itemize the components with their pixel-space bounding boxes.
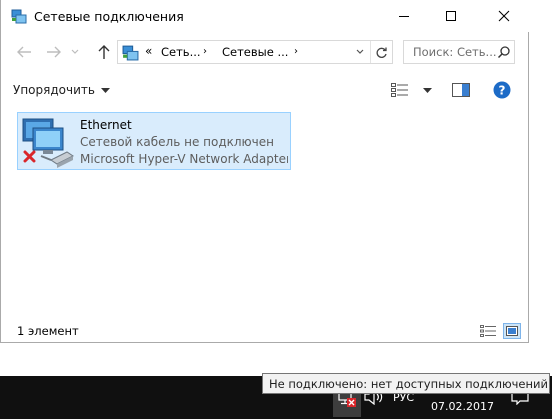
close-icon <box>498 10 509 22</box>
navigation-bar: « Сеть... › Сетевые ... › Поиск: Сеть... <box>1 34 529 70</box>
change-view-button[interactable] <box>391 80 437 100</box>
network-status-tooltip: Не подключено: нет доступных подключений <box>262 373 550 394</box>
breadcrumb-network-connections[interactable]: Сетевые ... <box>222 45 288 59</box>
disconnected-x-icon <box>23 150 36 163</box>
arrow-left-icon <box>17 46 31 58</box>
breadcrumb-separator[interactable]: › <box>294 46 298 57</box>
window-title: Сетевые подключения <box>34 9 184 24</box>
network-connections-icon <box>11 9 27 24</box>
search-icon[interactable] <box>497 45 511 59</box>
file-list: Ethernet Сетевой кабель не подключен Mic… <box>1 106 529 318</box>
connection-item-ethernet[interactable]: Ethernet Сетевой кабель не подключен Mic… <box>17 112 291 170</box>
network-connections-icon <box>122 45 139 61</box>
organize-button[interactable]: Упорядочить <box>13 80 110 100</box>
up-button[interactable] <box>93 42 115 62</box>
refresh-button[interactable] <box>370 41 392 63</box>
details-view-icon[interactable] <box>479 323 497 339</box>
explorer-window: Сетевые подключения « Сеть... › Сетевые … <box>0 0 529 343</box>
address-history-button[interactable] <box>350 41 370 63</box>
svg-text:?: ? <box>499 84 506 98</box>
search-box[interactable]: Поиск: Сеть... <box>403 40 515 64</box>
preview-pane-icon <box>452 83 470 97</box>
maximize-icon <box>445 11 456 21</box>
refresh-icon <box>376 47 387 58</box>
connection-device: Microsoft Hyper-V Network Adapter <box>80 152 288 166</box>
breadcrumb-network[interactable]: Сеть... <box>161 45 201 59</box>
maximize-button[interactable] <box>428 0 473 32</box>
forward-button[interactable] <box>43 42 65 62</box>
connection-name: Ethernet <box>80 118 132 132</box>
close-button[interactable] <box>481 0 526 32</box>
status-bar: 1 элемент <box>1 320 529 342</box>
address-bar[interactable]: « Сеть... › Сетевые ... › <box>117 40 393 64</box>
breadcrumb-separator[interactable]: › <box>203 46 207 57</box>
caret-down-icon <box>100 87 110 93</box>
breadcrumb-overflow[interactable]: « <box>145 44 152 58</box>
organize-label: Упорядочить <box>13 83 95 97</box>
item-count: 1 элемент <box>17 324 79 338</box>
help-button[interactable]: ? <box>491 79 513 101</box>
connection-status: Сетевой кабель не подключен <box>80 135 274 149</box>
large-icons-view-icon <box>506 326 518 336</box>
chevron-down-icon <box>356 49 364 54</box>
minimize-icon <box>398 16 409 17</box>
back-button[interactable] <box>13 42 35 62</box>
minimize-button[interactable] <box>381 0 426 32</box>
clock-date[interactable]: 07.02.2017 <box>431 400 494 413</box>
details-view-icon <box>391 83 408 97</box>
arrow-up-icon <box>98 45 110 59</box>
preview-pane-button[interactable] <box>449 80 473 100</box>
title-bar[interactable]: Сетевые подключения <box>1 0 529 32</box>
recent-locations-chevron-icon[interactable] <box>71 49 79 55</box>
arrow-right-icon <box>47 46 61 58</box>
large-icons-view-button[interactable] <box>503 323 521 339</box>
search-placeholder: Поиск: Сеть... <box>413 45 497 59</box>
command-bar: Упорядочить ? <box>1 74 529 104</box>
caret-down-icon <box>423 87 432 93</box>
help-icon: ? <box>493 81 511 99</box>
